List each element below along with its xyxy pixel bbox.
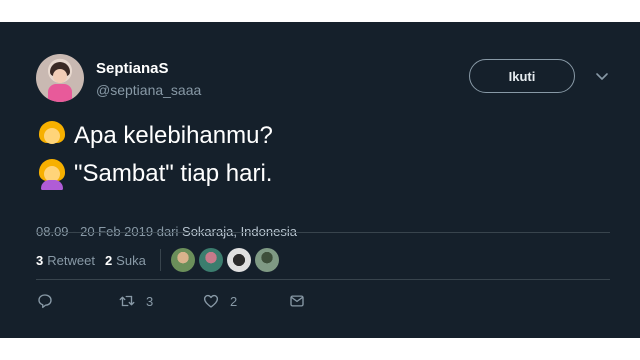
retweet-icon xyxy=(119,295,135,307)
tweet-text-line-1: Apa kelebihanmu? xyxy=(36,120,273,152)
person-emoji-icon xyxy=(36,158,68,190)
envelope-icon xyxy=(290,295,304,307)
retweet-count[interactable]: 3 xyxy=(36,253,43,268)
tweet-text-line-2: "Sambat" tiap hari. xyxy=(36,158,272,190)
stats-divider xyxy=(159,249,161,271)
message-button[interactable] xyxy=(288,292,306,310)
user-handle[interactable]: @septiana_saaa xyxy=(96,82,201,98)
avatar[interactable] xyxy=(226,248,251,272)
avatar[interactable] xyxy=(198,248,223,272)
retweet-label[interactable]: Retweet xyxy=(47,253,95,268)
reply-button[interactable] xyxy=(36,292,118,310)
like-label[interactable]: Suka xyxy=(116,253,146,268)
tweet-text-line-1-text: Apa kelebihanmu? xyxy=(74,122,273,149)
divider xyxy=(36,232,610,233)
chevron-down-icon[interactable] xyxy=(594,68,610,84)
retweet-action-count: 3 xyxy=(146,293,154,309)
tweet-card: SeptianaS @septiana_saaa Ikuti Apa keleb… xyxy=(0,22,640,338)
follow-button[interactable]: Ikuti xyxy=(469,59,575,93)
reply-icon xyxy=(38,294,52,309)
retweet-button[interactable]: 3 xyxy=(118,292,202,310)
like-button[interactable]: 2 xyxy=(202,292,288,310)
user-name[interactable]: SeptianaS xyxy=(96,60,169,77)
like-count[interactable]: 2 xyxy=(105,253,112,268)
divider xyxy=(36,279,610,280)
tweet-text-line-2-text: "Sambat" tiap hari. xyxy=(74,160,273,187)
heart-icon xyxy=(203,294,219,308)
avatar[interactable] xyxy=(36,54,84,102)
liker-avatars xyxy=(170,248,279,272)
avatar[interactable] xyxy=(170,248,195,272)
woman-emoji-icon xyxy=(36,120,68,152)
tweet-stats: 3 Retweet 2 Suka xyxy=(36,248,279,272)
like-action-count: 2 xyxy=(230,293,238,309)
tweet-actions: 3 2 xyxy=(36,292,306,310)
avatar[interactable] xyxy=(254,248,279,272)
